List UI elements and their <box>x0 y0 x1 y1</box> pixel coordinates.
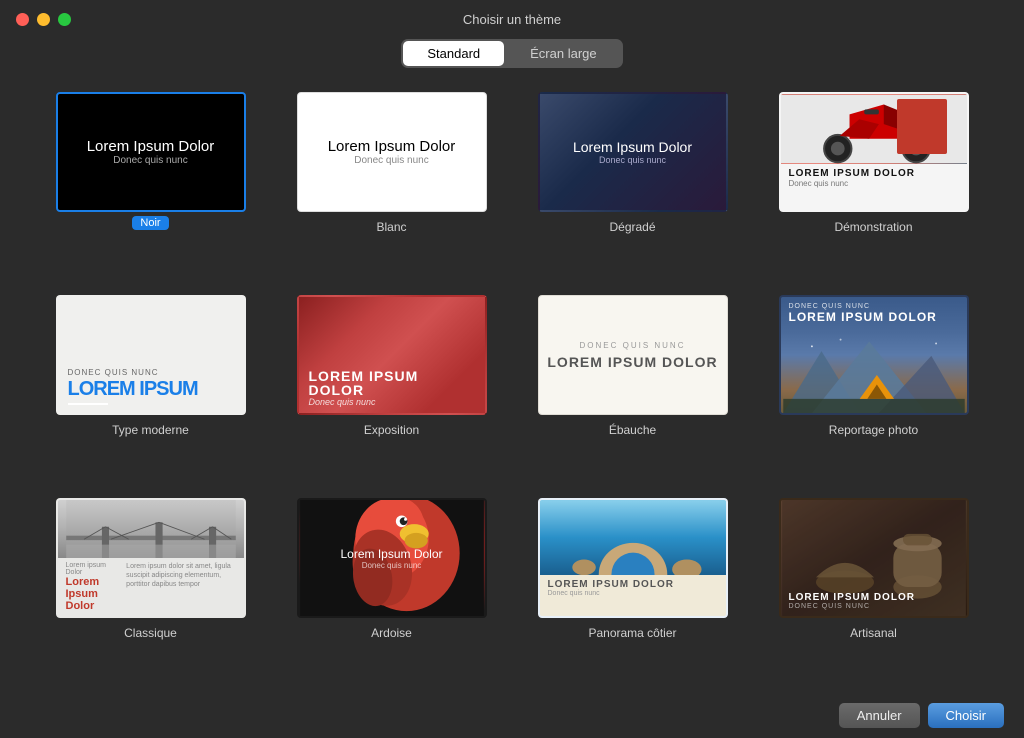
theme-item-blanc[interactable]: Lorem Ipsum Dolor Donec quis nunc Blanc <box>271 84 512 287</box>
exposition-label: Exposition <box>364 423 419 437</box>
panorama-ocean-svg <box>540 500 726 575</box>
theme-preview-moderne: DONEC QUIS NUNC LOREM IPSUM <box>56 295 246 415</box>
theme-item-demonstration[interactable]: LOREM IPSUM DOLOR Donec quis nunc Démons… <box>753 84 994 287</box>
tab-standard[interactable]: Standard <box>403 41 504 66</box>
theme-preview-degrade: Lorem Ipsum Dolor Donec quis nunc <box>538 92 728 212</box>
degrade-sub-title: Donec quis nunc <box>599 155 666 165</box>
theme-preview-exposition: LOREM IPSUM DOLOR Donec quis nunc <box>297 295 487 415</box>
exposition-main-title: LOREM IPSUM DOLOR <box>309 369 475 397</box>
theme-preview-reportage: DONEC QUIS NUNC LOREM IPSUM DOLOR <box>779 295 969 415</box>
noir-badge: Noir <box>132 216 168 230</box>
blanc-main-title: Lorem Ipsum Dolor <box>328 138 456 155</box>
ebauche-label: Ébauche <box>609 423 656 437</box>
theme-preview-ardoise: Lorem Ipsum Dolor Donec quis nunc <box>297 498 487 618</box>
degrade-main-title: Lorem Ipsum Dolor <box>573 139 692 155</box>
demo-main-title: LOREM IPSUM DOLOR <box>789 168 959 179</box>
classique-col2: Lorem ipsum dolor sit amet, ligula susci… <box>126 562 235 612</box>
artisanal-main-title: LOREM IPSUM DOLOR <box>789 592 959 603</box>
tab-switcher: Standard Écran large <box>0 39 1024 68</box>
theme-item-classique[interactable]: Lorem ipsum Dolor Lorem Ipsum Dolor Lore… <box>30 490 271 693</box>
moderne-sub-label: DONEC QUIS NUNC <box>68 368 234 377</box>
theme-item-ebauche[interactable]: DONEC QUIS NUNC LOREM IPSUM DOLOR Ébauch… <box>512 287 753 490</box>
panorama-label: Panorama côtier <box>588 626 676 640</box>
exposition-sub-title: Donec quis nunc <box>309 397 475 407</box>
reportage-photo-bg: DONEC QUIS NUNC LOREM IPSUM DOLOR <box>781 297 967 413</box>
panorama-main-title: LOREM IPSUM DOLOR <box>548 579 718 590</box>
minimize-button[interactable] <box>37 13 50 26</box>
classique-col1: Lorem ipsum Dolor Lorem Ipsum Dolor <box>66 562 121 612</box>
cancel-button[interactable]: Annuler <box>839 703 920 728</box>
choose-button[interactable]: Choisir <box>928 703 1004 728</box>
theme-item-ardoise[interactable]: Lorem Ipsum Dolor Donec quis nunc Ardois… <box>271 490 512 693</box>
theme-item-artisanal[interactable]: LOREM IPSUM DOLOR DONEC QUIS NUNC Artisa… <box>753 490 994 693</box>
artisanal-label: Artisanal <box>850 626 897 640</box>
theme-item-noir[interactable]: Lorem Ipsum Dolor Donec quis nunc Noir <box>30 84 271 287</box>
title-bar: Choisir un thème <box>0 0 1024 35</box>
panorama-ocean-photo <box>540 500 726 575</box>
theme-item-panorama[interactable]: LOREM IPSUM DOLOR Donec quis nunc Panora… <box>512 490 753 693</box>
ardoise-label: Ardoise <box>371 626 412 640</box>
ebauche-main-title: LOREM IPSUM DOLOR <box>547 354 717 370</box>
reportage-label: Reportage photo <box>829 423 918 437</box>
moderne-label: Type moderne <box>112 423 189 437</box>
classique-text-area: Lorem ipsum Dolor Lorem Ipsum Dolor Lore… <box>58 558 244 616</box>
demo-photo-area <box>781 94 967 164</box>
ardoise-overlay-text: Lorem Ipsum Dolor Donec quis nunc <box>340 547 442 570</box>
traffic-lights <box>16 13 71 26</box>
classique-small-sub: Lorem ipsum Dolor <box>66 562 121 576</box>
close-button[interactable] <box>16 13 29 26</box>
demonstration-label: Démonstration <box>834 220 912 234</box>
ebauche-sub-label: DONEC QUIS NUNC <box>579 341 685 350</box>
moderne-main-title: LOREM IPSUM <box>68 379 234 399</box>
panorama-sub-title: Donec quis nunc <box>548 590 718 597</box>
panorama-text-area: LOREM IPSUM DOLOR Donec quis nunc <box>540 575 726 616</box>
noir-sub-title: Donec quis nunc <box>113 155 188 166</box>
ardoise-sub-title: Donec quis nunc <box>340 561 442 570</box>
degrade-label: Dégradé <box>609 220 655 234</box>
classique-gray-text: Lorem ipsum dolor sit amet, ligula susci… <box>126 562 235 589</box>
artisanal-overlay-text: LOREM IPSUM DOLOR DONEC QUIS NUNC <box>789 592 959 610</box>
blanc-sub-title: Donec quis nunc <box>354 155 429 166</box>
bottom-bar: Annuler Choisir <box>0 693 1024 738</box>
demo-text-area: LOREM IPSUM DOLOR Donec quis nunc <box>781 164 967 192</box>
theme-item-reportage[interactable]: DONEC QUIS NUNC LOREM IPSUM DOLOR Report… <box>753 287 994 490</box>
theme-preview-classique: Lorem ipsum Dolor Lorem Ipsum Dolor Lore… <box>56 498 246 618</box>
ardoise-main-title: Lorem Ipsum Dolor <box>340 547 442 561</box>
classique-photo <box>58 500 244 558</box>
tab-group: Standard Écran large <box>401 39 622 68</box>
theme-preview-panorama: LOREM IPSUM DOLOR Donec quis nunc <box>538 498 728 618</box>
blanc-label: Blanc <box>376 220 406 234</box>
theme-preview-artisanal: LOREM IPSUM DOLOR DONEC QUIS NUNC <box>779 498 969 618</box>
reportage-landscape <box>781 332 967 413</box>
classique-bridge-svg <box>58 500 244 558</box>
themes-grid: Lorem Ipsum Dolor Donec quis nunc Noir L… <box>0 84 1024 693</box>
tab-wide[interactable]: Écran large <box>506 41 620 66</box>
theme-item-degrade[interactable]: Lorem Ipsum Dolor Donec quis nunc Dégrad… <box>512 84 753 287</box>
noir-main-title: Lorem Ipsum Dolor <box>87 138 215 155</box>
classique-red-title: Lorem Ipsum Dolor <box>66 576 121 612</box>
theme-item-moderne[interactable]: DONEC QUIS NUNC LOREM IPSUM Type moderne <box>30 287 271 490</box>
demo-sub-title: Donec quis nunc <box>789 179 959 188</box>
maximize-button[interactable] <box>58 13 71 26</box>
classique-label: Classique <box>124 626 177 640</box>
theme-item-exposition[interactable]: LOREM IPSUM DOLOR Donec quis nunc Exposi… <box>271 287 512 490</box>
reportage-sub-label: DONEC QUIS NUNC <box>789 303 959 310</box>
moderne-line-accent <box>68 403 108 405</box>
theme-preview-demonstration: LOREM IPSUM DOLOR Donec quis nunc <box>779 92 969 212</box>
theme-preview-noir: Lorem Ipsum Dolor Donec quis nunc <box>56 92 246 212</box>
theme-preview-ebauche: DONEC QUIS NUNC LOREM IPSUM DOLOR <box>538 295 728 415</box>
window-title: Choisir un thème <box>16 12 1008 27</box>
reportage-main-title: LOREM IPSUM DOLOR <box>789 310 959 324</box>
moto-svg <box>781 94 967 164</box>
artisanal-sub-title: DONEC QUIS NUNC <box>789 603 959 610</box>
theme-preview-blanc: Lorem Ipsum Dolor Donec quis nunc <box>297 92 487 212</box>
